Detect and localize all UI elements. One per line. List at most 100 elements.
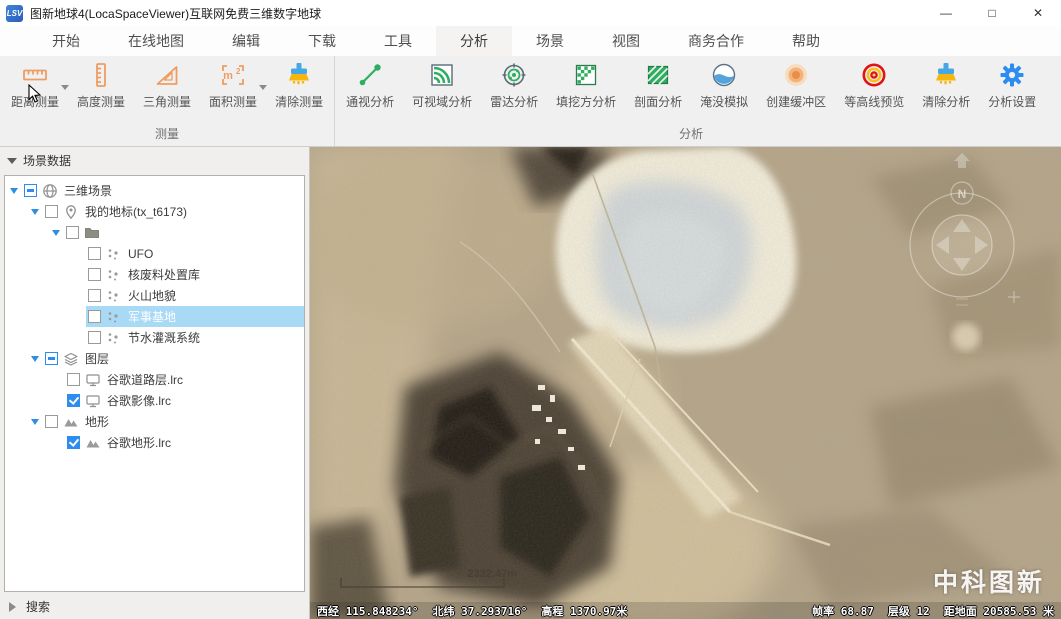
tree-expander-icon[interactable] bbox=[31, 356, 39, 366]
tab-商务合作[interactable]: 商务合作 bbox=[664, 26, 768, 56]
ribbon-button-label: 高度测量 bbox=[77, 93, 125, 110]
tree-row[interactable]: 三维场景 bbox=[5, 180, 304, 201]
tree-item-label: 火山地貌 bbox=[128, 287, 176, 304]
status-field: 西经 115.848234° bbox=[317, 603, 418, 619]
ribbon-button-淹没模拟[interactable]: 淹没模拟 bbox=[691, 61, 757, 110]
height-ruler-icon bbox=[88, 61, 114, 89]
tree-row[interactable]: 火山地貌 bbox=[5, 285, 304, 306]
scene-data-panel-header[interactable]: 场景数据 bbox=[0, 147, 309, 174]
distance-ruler-icon bbox=[22, 61, 48, 89]
ribbon-button-三角测量[interactable]: 三角测量 bbox=[134, 61, 200, 110]
checkbox[interactable] bbox=[88, 331, 101, 344]
checkbox[interactable] bbox=[67, 373, 80, 386]
tree-row-body[interactable]: 军事基地 bbox=[86, 306, 304, 327]
tab-bar: 开始在线地图编辑下载工具分析场景视图商务合作帮助 bbox=[0, 26, 1061, 56]
tree-row-body[interactable]: 谷歌道路层.lrc bbox=[65, 369, 304, 390]
tree-expander-icon[interactable] bbox=[10, 188, 18, 198]
tab-帮助[interactable]: 帮助 bbox=[768, 26, 844, 56]
tree-row[interactable]: 军事基地 bbox=[5, 306, 304, 327]
tree-row-body[interactable] bbox=[64, 222, 304, 243]
checkbox[interactable] bbox=[45, 205, 58, 218]
monitor-icon bbox=[85, 372, 102, 388]
tree-row-body[interactable]: 核废料处置库 bbox=[86, 264, 304, 285]
folder-icon bbox=[84, 225, 101, 241]
tree-row[interactable]: 谷歌道路层.lrc bbox=[5, 369, 304, 390]
status-field: 高程 1370.97米 bbox=[541, 603, 627, 619]
title-bar: LSV 图新地球4(LocaSpaceViewer)互联网免费三维数字地球 — … bbox=[0, 0, 1061, 26]
ribbon-button-可视域分析[interactable]: 可视域分析 bbox=[403, 61, 481, 110]
tree-row[interactable]: 谷歌地形.lrc bbox=[5, 432, 304, 453]
ribbon-button-label: 填挖方分析 bbox=[556, 93, 616, 110]
buffer-icon bbox=[783, 61, 809, 89]
collapse-arrow-icon bbox=[7, 158, 17, 169]
ribbon-button-填挖方分析[interactable]: 填挖方分析 bbox=[547, 61, 625, 110]
checkbox[interactable] bbox=[88, 289, 101, 302]
checkbox[interactable] bbox=[45, 415, 58, 428]
tree-row[interactable]: 我的地标(tx_t6173) bbox=[5, 201, 304, 222]
tab-在线地图[interactable]: 在线地图 bbox=[104, 26, 208, 56]
tree-row-body[interactable]: 图层 bbox=[43, 348, 304, 369]
close-button[interactable]: ✕ bbox=[1015, 0, 1061, 26]
checkbox[interactable] bbox=[88, 268, 101, 281]
tree-row-body[interactable]: 谷歌地形.lrc bbox=[65, 432, 304, 453]
checkbox[interactable] bbox=[24, 184, 37, 197]
tree-expander-icon[interactable] bbox=[52, 230, 60, 240]
ribbon-button-分析设置[interactable]: 分析设置 bbox=[979, 61, 1045, 110]
tab-分析[interactable]: 分析 bbox=[436, 26, 512, 56]
tree-row-body[interactable]: 三维场景 bbox=[22, 180, 304, 201]
tree-row[interactable] bbox=[5, 222, 304, 243]
search-panel-header[interactable]: 搜索 bbox=[0, 594, 309, 619]
minimize-button[interactable]: — bbox=[923, 0, 969, 26]
tree-row-body[interactable]: 火山地貌 bbox=[86, 285, 304, 306]
tree-row[interactable]: 图层 bbox=[5, 348, 304, 369]
tree-item-label: 图层 bbox=[85, 350, 109, 367]
ribbon-button-清除分析[interactable]: 清除分析 bbox=[913, 61, 979, 110]
tree-expander-icon[interactable] bbox=[31, 419, 39, 429]
checkbox[interactable] bbox=[67, 394, 80, 407]
ribbon-button-等高线预览[interactable]: 等高线预览 bbox=[835, 61, 913, 110]
tree-row[interactable]: UFO bbox=[5, 243, 304, 264]
tree-expander-icon[interactable] bbox=[31, 209, 39, 219]
tree-row[interactable]: 地形 bbox=[5, 411, 304, 432]
pin-icon bbox=[63, 204, 80, 220]
tree-row[interactable]: 谷歌影像.lrc bbox=[5, 390, 304, 411]
triangle-ruler-icon bbox=[154, 61, 180, 89]
status-field: 帧率 68.87 bbox=[812, 603, 874, 619]
satellite-imagery: N bbox=[310, 147, 1061, 619]
ribbon-button-label: 等高线预览 bbox=[844, 93, 904, 110]
tab-编辑[interactable]: 编辑 bbox=[208, 26, 284, 56]
ribbon-button-label: 雷达分析 bbox=[490, 93, 538, 110]
tree-expander-spacer bbox=[73, 337, 82, 338]
ribbon-button-高度测量[interactable]: 高度测量 bbox=[68, 61, 134, 110]
tab-视图[interactable]: 视图 bbox=[588, 26, 664, 56]
tree-row[interactable]: 核废料处置库 bbox=[5, 264, 304, 285]
ribbon-button-label: 创建缓冲区 bbox=[766, 93, 826, 110]
ribbon-button-距离测量[interactable]: 距离测量 bbox=[2, 61, 68, 110]
ribbon-button-面积测量[interactable]: m2面积测量 bbox=[200, 61, 266, 110]
area-measure-icon: m2 bbox=[220, 61, 246, 89]
tree-row-body[interactable]: 节水灌溉系统 bbox=[86, 327, 304, 348]
checkbox[interactable] bbox=[88, 310, 101, 323]
map-viewport[interactable]: N 2322.47m 中科图新 西经 115.848234°北纬 37.2937… bbox=[310, 147, 1061, 619]
ribbon-button-剖面分析[interactable]: 剖面分析 bbox=[625, 61, 691, 110]
tree-row-body[interactable]: 我的地标(tx_t6173) bbox=[43, 201, 304, 222]
tab-开始[interactable]: 开始 bbox=[28, 26, 104, 56]
maximize-button[interactable]: □ bbox=[969, 0, 1015, 26]
checkbox[interactable] bbox=[88, 247, 101, 260]
tab-工具[interactable]: 工具 bbox=[360, 26, 436, 56]
checkbox[interactable] bbox=[66, 226, 79, 239]
tree-row-body[interactable]: 谷歌影像.lrc bbox=[65, 390, 304, 411]
tree-item-label: 节水灌溉系统 bbox=[128, 329, 200, 346]
gear-icon bbox=[999, 61, 1025, 89]
ribbon-button-通视分析[interactable]: 通视分析 bbox=[337, 61, 403, 110]
tab-下载[interactable]: 下载 bbox=[284, 26, 360, 56]
ribbon-button-清除测量[interactable]: 清除测量 bbox=[266, 61, 332, 110]
tab-场景[interactable]: 场景 bbox=[512, 26, 588, 56]
tree-row[interactable]: 节水灌溉系统 bbox=[5, 327, 304, 348]
checkbox[interactable] bbox=[45, 352, 58, 365]
ribbon-button-创建缓冲区[interactable]: 创建缓冲区 bbox=[757, 61, 835, 110]
tree-row-body[interactable]: 地形 bbox=[43, 411, 304, 432]
ribbon-button-雷达分析[interactable]: 雷达分析 bbox=[481, 61, 547, 110]
tree-row-body[interactable]: UFO bbox=[86, 243, 304, 264]
checkbox[interactable] bbox=[67, 436, 80, 449]
